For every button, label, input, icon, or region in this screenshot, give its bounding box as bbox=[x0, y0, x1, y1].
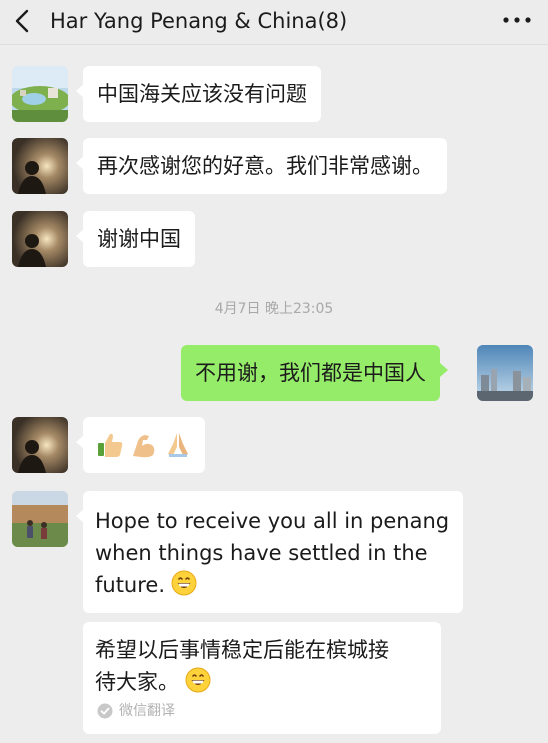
message-text: 不用谢，我们都是中国人 bbox=[195, 361, 426, 385]
message-text-line: 希望以后事情稳定后能在槟城接 bbox=[95, 638, 389, 662]
avatar[interactable] bbox=[12, 138, 68, 194]
flexed-biceps-icon bbox=[133, 435, 155, 458]
message-text-line: future. bbox=[95, 573, 166, 597]
message-bubble[interactable]: 谢谢中国 bbox=[76, 211, 195, 267]
message-bubble[interactable] bbox=[76, 417, 205, 473]
chat-title: Har Yang Penang & China(8) bbox=[50, 9, 348, 33]
grinning-face-icon bbox=[171, 570, 197, 596]
avatar[interactable] bbox=[477, 345, 533, 401]
thumbs-up-icon bbox=[98, 433, 123, 457]
grinning-face-icon bbox=[185, 667, 211, 693]
message-bubble[interactable]: Hope to receive you all in penang when t… bbox=[76, 491, 463, 613]
avatar[interactable] bbox=[12, 211, 68, 267]
check-circle-icon bbox=[97, 703, 113, 719]
message-text-line: 待大家。 bbox=[95, 670, 179, 694]
message-text: 谢谢中国 bbox=[97, 227, 181, 251]
message-text: 中国海关应该没有问题 bbox=[97, 82, 307, 106]
message-bubble[interactable]: 中国海关应该没有问题 bbox=[76, 66, 321, 122]
message-bubble-translated[interactable]: 希望以后事情稳定后能在槟城接 待大家。 微信翻译 bbox=[83, 622, 441, 734]
folded-hands-icon bbox=[168, 433, 188, 457]
translation-label: 微信翻译 bbox=[119, 703, 175, 719]
message-text-line: Hope to receive you all in penang bbox=[95, 509, 450, 533]
chat-header: Har Yang Penang & China(8) bbox=[0, 0, 548, 45]
message-bubble-outgoing[interactable]: 不用谢，我们都是中国人 bbox=[181, 345, 448, 401]
message-text: 再次感谢您的好意。我们非常感谢。 bbox=[97, 154, 433, 178]
avatar[interactable] bbox=[12, 66, 68, 122]
chevron-left-icon[interactable] bbox=[12, 8, 34, 34]
avatar[interactable] bbox=[12, 491, 68, 547]
translation-note: 微信翻译 bbox=[97, 702, 175, 720]
more-dots-icon[interactable] bbox=[500, 10, 534, 30]
message-text-line: when things have settled in the bbox=[95, 541, 428, 565]
avatar[interactable] bbox=[12, 417, 68, 473]
message-bubble[interactable]: 再次感谢您的好意。我们非常感谢。 bbox=[76, 138, 447, 194]
message-timestamp: 4月7日 晚上23:05 bbox=[214, 301, 334, 317]
